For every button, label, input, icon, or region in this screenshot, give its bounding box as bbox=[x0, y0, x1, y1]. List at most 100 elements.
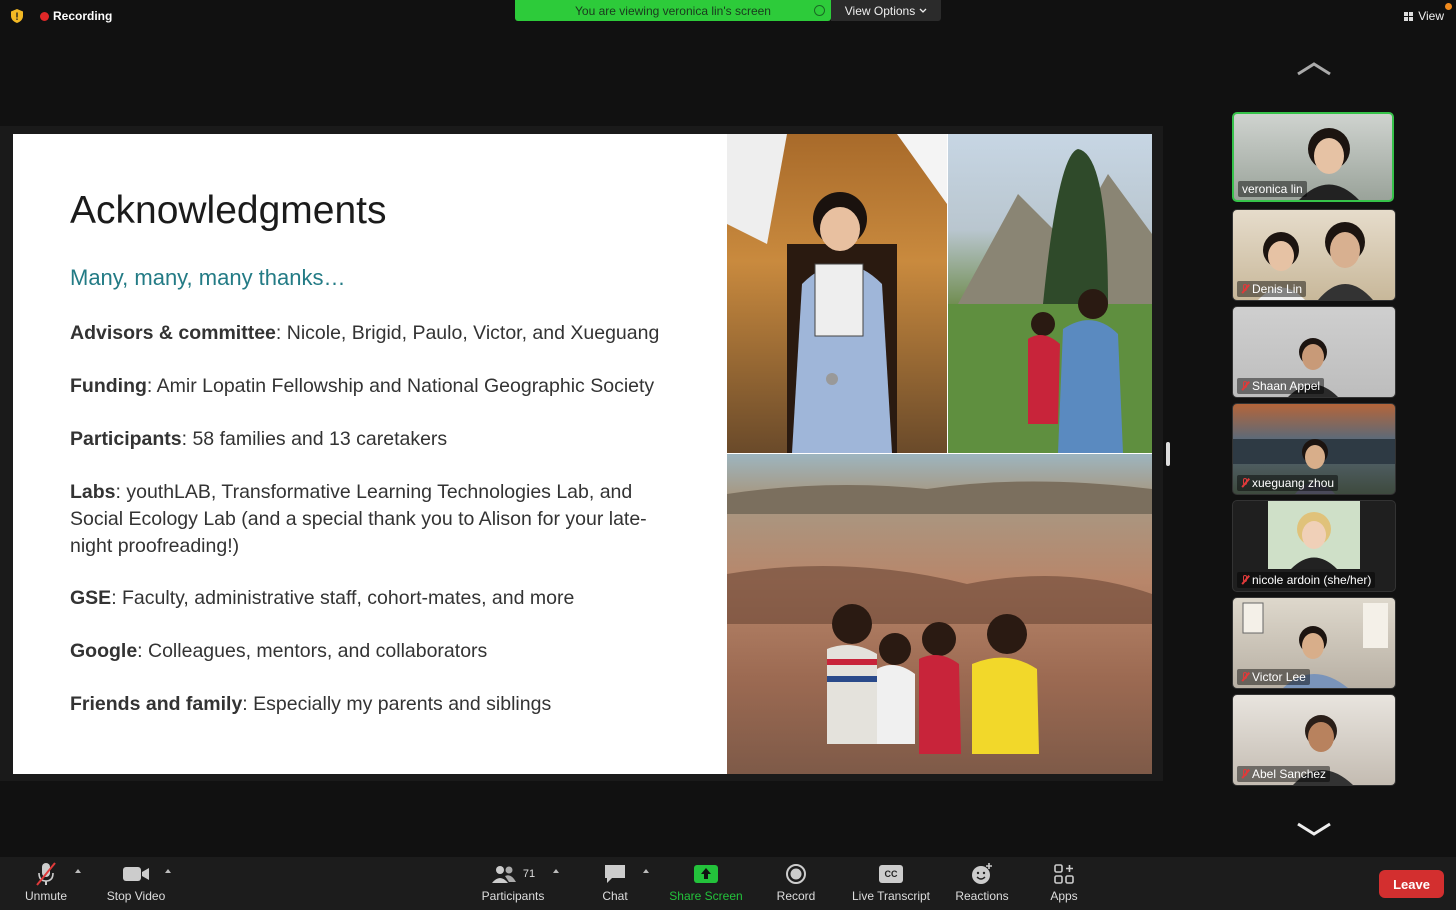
slide-photo-collage bbox=[727, 134, 1152, 774]
participant-tile[interactable]: nicole ardoin (she/her) bbox=[1232, 500, 1396, 592]
participant-count: 71 bbox=[522, 868, 536, 880]
participant-tile[interactable]: Abel Sanchez bbox=[1232, 694, 1396, 786]
participant-name: Denis Lin bbox=[1237, 281, 1307, 297]
ack-gse: GSE: Faculty, administrative staff, coho… bbox=[70, 585, 710, 612]
video-camera-icon bbox=[123, 867, 149, 881]
shared-slide: Acknowledgments Many, many, many thanks…… bbox=[13, 134, 1152, 774]
muted-mic-icon bbox=[1241, 381, 1249, 391]
apps-icon bbox=[1054, 864, 1074, 884]
ack-head: Google bbox=[70, 640, 138, 662]
viewing-screen-banner: You are viewing veronica lin's screen bbox=[515, 0, 831, 21]
slide-text-panel: Acknowledgments Many, many, many thanks…… bbox=[13, 134, 727, 774]
participant-name-label: Victor Lee bbox=[1252, 670, 1306, 684]
record-label: Record bbox=[776, 889, 816, 903]
ack-head: Funding bbox=[70, 375, 147, 397]
muted-mic-icon bbox=[1241, 478, 1249, 488]
gallery-scroll-down-icon[interactable] bbox=[1294, 820, 1334, 838]
participant-tile[interactable]: Denis Lin bbox=[1232, 209, 1396, 301]
participants-icon bbox=[491, 866, 516, 883]
ack-text: : Amir Lopatin Fellowship and National G… bbox=[146, 375, 655, 397]
share-screen-button[interactable]: Share Screen bbox=[666, 861, 746, 903]
muted-mic-icon bbox=[36, 862, 56, 886]
sharing-status-icon bbox=[814, 5, 825, 16]
ack-family: Friends and family: Especially my parent… bbox=[70, 691, 710, 718]
top-bar: Recording You are viewing veronica lin's… bbox=[0, 0, 1456, 30]
security-shield-icon[interactable] bbox=[10, 9, 24, 23]
participant-name: xueguang zhou bbox=[1237, 475, 1339, 491]
view-options-label: View Options bbox=[844, 3, 916, 18]
participant-name-label: xueguang zhou bbox=[1252, 476, 1335, 490]
slide-title: Acknowledgments bbox=[70, 189, 387, 232]
ack-text: : Nicole, Brigid, Paulo, Victor, and Xue… bbox=[275, 322, 660, 344]
participant-name-label: veronica lin bbox=[1242, 182, 1303, 196]
participant-name: Victor Lee bbox=[1237, 669, 1310, 685]
stop-video-label: Stop Video bbox=[106, 889, 166, 903]
muted-mic-icon bbox=[1241, 672, 1249, 682]
chat-button[interactable]: Chat bbox=[597, 861, 633, 903]
stop-video-button[interactable]: Stop Video bbox=[103, 861, 169, 903]
banner-text: You are viewing veronica lin's screen bbox=[575, 3, 771, 18]
participant-name: nicole ardoin (she/her) bbox=[1237, 572, 1376, 588]
reactions-smiley-icon bbox=[972, 863, 992, 884]
recording-label: Recording bbox=[53, 9, 113, 23]
participant-name: Shaan Appel bbox=[1237, 378, 1325, 394]
slide-subtitle: Many, many, many thanks… bbox=[70, 265, 346, 290]
notification-dot bbox=[1445, 3, 1452, 10]
unmute-button[interactable]: Unmute bbox=[20, 861, 72, 903]
participant-tile[interactable]: veronica lin bbox=[1232, 112, 1394, 202]
leave-button[interactable]: Leave bbox=[1379, 870, 1444, 898]
participants-options-caret-icon[interactable] bbox=[553, 869, 559, 873]
participant-tile[interactable]: xueguang zhou bbox=[1232, 403, 1396, 495]
ack-head: GSE bbox=[70, 587, 112, 609]
ack-advisors: Advisors & committee: Nicole, Brigid, Pa… bbox=[70, 320, 710, 347]
recording-dot-icon bbox=[40, 11, 49, 21]
live-transcript-label: Live Transcript bbox=[851, 889, 931, 903]
grid-view-icon bbox=[1404, 11, 1414, 21]
participant-name-label: Shaan Appel bbox=[1252, 379, 1321, 393]
ack-google: Google: Colleagues, mentors, and collabo… bbox=[70, 638, 710, 665]
audio-options-caret-icon[interactable] bbox=[75, 869, 81, 873]
participants-button[interactable]: 71 Participants bbox=[477, 861, 549, 903]
recording-indicator[interactable]: Recording bbox=[40, 9, 112, 23]
unmute-label: Unmute bbox=[24, 889, 68, 903]
photo-siblings-canyon bbox=[727, 454, 1152, 774]
participant-tile[interactable]: Shaan Appel bbox=[1232, 306, 1396, 398]
closed-caption-icon: CC bbox=[879, 865, 903, 883]
ack-text: : Especially my parents and siblings bbox=[242, 693, 552, 715]
muted-mic-icon bbox=[1241, 769, 1249, 779]
participant-tile[interactable]: Victor Lee bbox=[1232, 597, 1396, 689]
ack-labs: Labs: youthLAB, Transformative Learning … bbox=[70, 479, 675, 560]
reactions-label: Reactions bbox=[955, 889, 1009, 903]
participant-name-label: Abel Sanchez bbox=[1252, 767, 1327, 781]
apps-button[interactable]: Apps bbox=[1046, 861, 1082, 903]
chat-options-caret-icon[interactable] bbox=[643, 869, 649, 873]
participant-name-label: nicole ardoin (she/her) bbox=[1252, 573, 1372, 587]
live-transcript-button[interactable]: CC Live Transcript bbox=[846, 861, 936, 903]
reactions-button[interactable]: Reactions bbox=[952, 861, 1012, 903]
meeting-toolbar: Unmute Stop Video 71 Participants Chat S… bbox=[0, 857, 1456, 910]
ack-head: Labs bbox=[70, 481, 116, 503]
record-button[interactable]: Record bbox=[773, 861, 819, 903]
view-label: View bbox=[1418, 9, 1444, 23]
participant-name: Abel Sanchez bbox=[1237, 766, 1331, 782]
chevron-down-icon bbox=[919, 8, 927, 13]
ack-head: Participants bbox=[70, 428, 182, 450]
participant-name-label: Denis Lin bbox=[1252, 282, 1303, 296]
gallery-scroll-up-icon[interactable] bbox=[1294, 60, 1334, 78]
photo-girl-with-award bbox=[727, 134, 947, 453]
view-button[interactable]: View bbox=[1404, 9, 1444, 23]
ack-text: : 58 families and 13 caretakers bbox=[181, 428, 448, 450]
share-screen-label: Share Screen bbox=[669, 889, 743, 903]
ack-head: Friends and family bbox=[70, 693, 243, 715]
video-options-caret-icon[interactable] bbox=[165, 869, 171, 873]
participants-label: Participants bbox=[481, 889, 545, 903]
view-options-button[interactable]: View Options bbox=[831, 0, 941, 21]
chat-label: Chat bbox=[602, 889, 628, 903]
ack-text: : youthLAB, Transformative Learning Tech… bbox=[70, 481, 647, 557]
record-icon bbox=[786, 864, 806, 884]
apps-label: Apps bbox=[1050, 889, 1078, 903]
muted-mic-icon bbox=[1241, 284, 1249, 294]
panel-resize-handle[interactable] bbox=[1166, 442, 1170, 466]
ack-text: : Faculty, administrative staff, cohort-… bbox=[111, 587, 575, 609]
ack-participants: Participants: 58 families and 13 caretak… bbox=[70, 426, 710, 453]
